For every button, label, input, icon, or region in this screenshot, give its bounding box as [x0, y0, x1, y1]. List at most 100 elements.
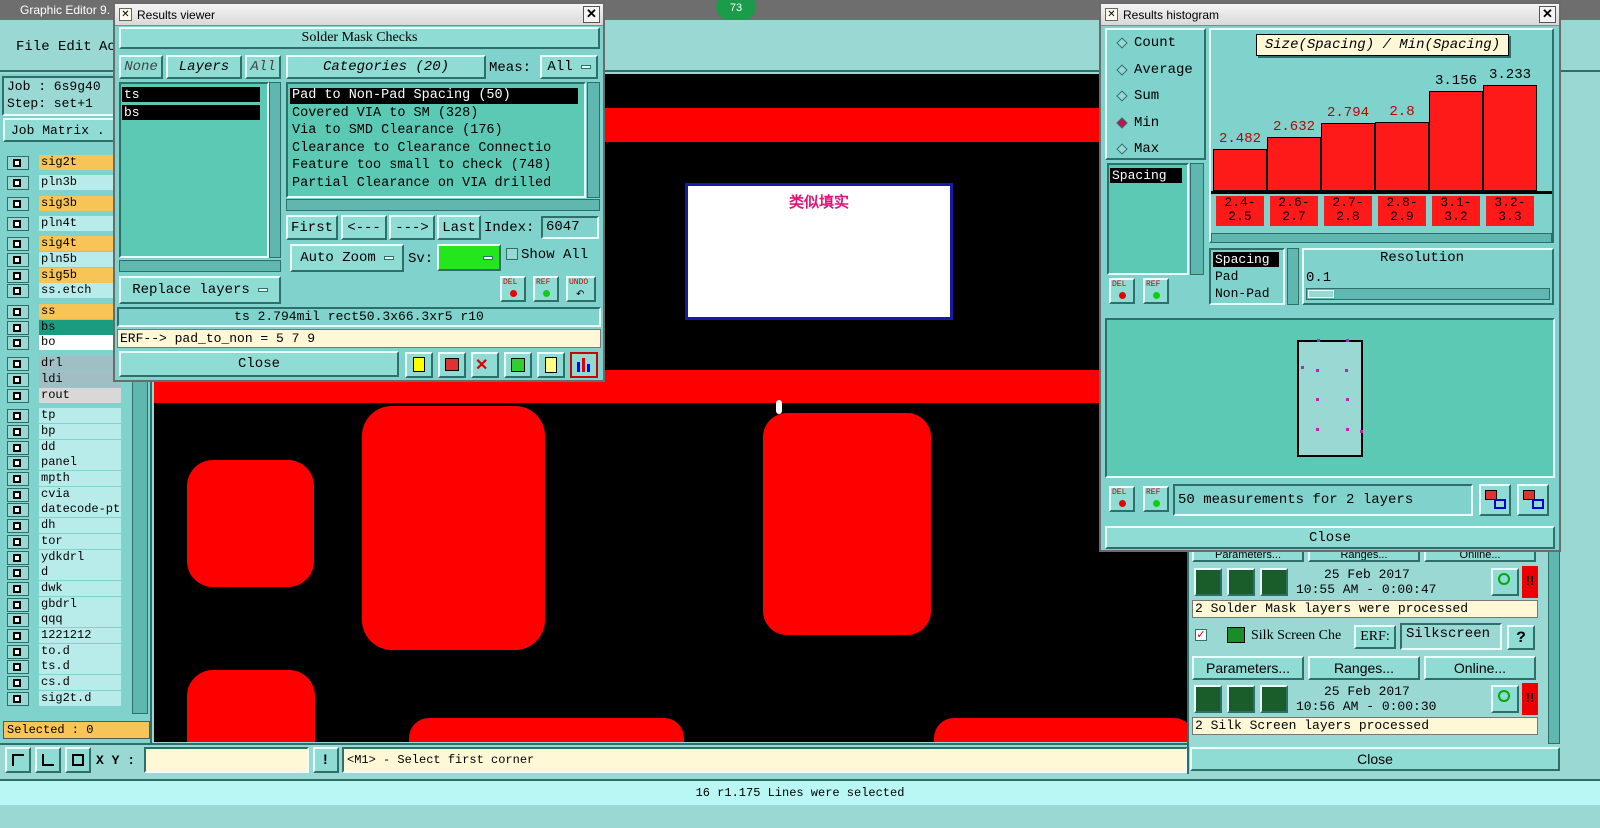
layer-row[interactable]: sig3b: [7, 195, 121, 211]
layer-checkbox[interactable]: [7, 284, 29, 299]
next-button[interactable]: --->: [389, 215, 435, 240]
layer-checkbox[interactable]: [7, 644, 29, 659]
layer-checkbox[interactable]: [7, 216, 29, 231]
layer-row[interactable]: bp: [7, 423, 121, 439]
histogram-bar[interactable]: [1429, 91, 1483, 191]
category-item[interactable]: Via to SMD Clearance (176): [290, 123, 578, 139]
layer-row[interactable]: mpth: [7, 471, 121, 486]
layer-row[interactable]: drl: [7, 356, 121, 372]
histogram-close-button[interactable]: Close: [1105, 526, 1555, 549]
tool-grid-icon[interactable]: [65, 747, 91, 773]
layer-row[interactable]: sig2t.d: [7, 690, 121, 706]
layer-row[interactable]: pln4t: [7, 215, 121, 231]
resolution-slider[interactable]: [1306, 288, 1550, 300]
measurement-dot[interactable]: [1317, 339, 1320, 342]
ranges-button-2[interactable]: Ranges...: [1308, 656, 1420, 680]
layer-row[interactable]: pln3b: [7, 175, 121, 191]
layer-row[interactable]: dh: [7, 518, 121, 534]
histogram-bar[interactable]: [1321, 123, 1375, 191]
measurement-dot[interactable]: [1346, 339, 1349, 342]
measurement-dot[interactable]: [1360, 430, 1363, 433]
category-item[interactable]: Covered VIA to SM (328): [290, 106, 578, 122]
warning-icon[interactable]: !: [313, 747, 339, 773]
category-item[interactable]: Clearance to Clearance Connectio: [290, 141, 578, 157]
layer-row[interactable]: rout: [7, 387, 121, 403]
measure-type-nonpad[interactable]: Non-Pad: [1213, 286, 1270, 301]
close-x-icon[interactable]: ✕: [583, 6, 600, 23]
layer-checkbox[interactable]: [7, 388, 29, 403]
silk-check-checkbox[interactable]: ✓: [1195, 629, 1207, 641]
last-button[interactable]: Last: [437, 215, 481, 240]
tool-arrow-icon[interactable]: [5, 747, 31, 773]
layer-row[interactable]: panel: [7, 455, 121, 471]
measure-listbox[interactable]: Spacing: [1107, 163, 1189, 275]
category-item[interactable]: Partial Clearance on VIA drilled: [290, 176, 578, 192]
layer-checkbox[interactable]: [7, 357, 29, 372]
layer-row[interactable]: sig5b: [7, 267, 121, 283]
replace-layers-button[interactable]: Replace layers: [119, 276, 281, 304]
parameters-button-2[interactable]: Parameters...: [1192, 656, 1304, 680]
layer-row[interactable]: tor: [7, 533, 121, 549]
layers-button[interactable]: Layers: [166, 55, 242, 79]
measurement-dot[interactable]: [1316, 369, 1319, 372]
sv-color-select[interactable]: [437, 244, 501, 271]
erf-value-field[interactable]: Silkscreen: [1400, 623, 1502, 650]
erf-button[interactable]: ERF:: [1354, 625, 1396, 649]
layer-row[interactable]: d: [7, 565, 121, 581]
category-hscroll[interactable]: [286, 199, 600, 211]
layer-checkbox[interactable]: [7, 581, 29, 596]
measurement-dot[interactable]: [1346, 398, 1349, 401]
layer-row[interactable]: datecode-pt: [7, 502, 121, 518]
resolution-slider-thumb[interactable]: [1308, 290, 1334, 298]
layer-row[interactable]: to.d: [7, 643, 121, 659]
zoom-to-fit-icon[interactable]: [1479, 484, 1511, 516]
auto-zoom-select[interactable]: Auto Zoom: [290, 244, 404, 272]
measure-item-spacing[interactable]: Spacing: [1110, 168, 1182, 183]
layer-row[interactable]: ldi: [7, 371, 121, 387]
online-button-2[interactable]: Online...: [1424, 656, 1536, 680]
layer-row[interactable]: gbdrl: [7, 596, 121, 612]
run-icon-2b[interactable]: [1227, 685, 1255, 713]
layer-item-bs[interactable]: bs: [122, 105, 260, 120]
preview-ref-button[interactable]: REF: [1143, 486, 1169, 512]
layer-listbox[interactable]: ts bs: [119, 82, 269, 258]
checks-scrollbar[interactable]: [1548, 548, 1560, 744]
xy-input[interactable]: [144, 747, 309, 773]
categories-button[interactable]: Categories (20): [286, 55, 486, 79]
layer-checkbox[interactable]: [7, 268, 29, 283]
results-close-button[interactable]: Close: [119, 351, 399, 377]
category-item[interactable]: Feature too small to check (748): [290, 158, 578, 174]
alert-icon-1[interactable]: !!: [1522, 566, 1538, 598]
run-icon-1b[interactable]: [1227, 568, 1255, 596]
layer-row[interactable]: qqq: [7, 612, 121, 628]
histogram-icon[interactable]: [570, 352, 598, 378]
layer-row[interactable]: ts.d: [7, 659, 121, 675]
show-all-checkbox[interactable]: [506, 248, 518, 260]
layer-checkbox[interactable]: [7, 597, 29, 612]
layer-row[interactable]: sig4t: [7, 236, 121, 252]
hist-del-button[interactable]: DEL: [1109, 278, 1135, 304]
undo-button[interactable]: UNDO ↶: [566, 276, 596, 302]
category-listbox[interactable]: Pad to Non-Pad Spacing (50) Covered VIA t…: [286, 82, 586, 198]
mode-radio[interactable]: Count: [1116, 35, 1176, 51]
layer-row[interactable]: cs.d: [7, 675, 121, 691]
measurement-dot[interactable]: [1316, 428, 1319, 431]
layer-checkbox[interactable]: [7, 305, 29, 319]
measure-type-list[interactable]: Spacing Pad Non-Pad: [1209, 248, 1285, 305]
first-button[interactable]: First: [286, 215, 338, 240]
layer-row[interactable]: ss.etch: [7, 283, 121, 299]
layer-checkbox[interactable]: [7, 409, 29, 424]
layer-checkbox[interactable]: [7, 196, 29, 211]
report-icon[interactable]: [405, 352, 433, 378]
category-item[interactable]: Pad to Non-Pad Spacing (50): [290, 88, 578, 104]
checks-close-button[interactable]: Close: [1190, 747, 1560, 771]
image-icon[interactable]: [438, 352, 466, 378]
layer-row[interactable]: dwk: [7, 580, 121, 596]
histogram-titlebar[interactable]: ✕ Results histogram ✕: [1101, 4, 1559, 26]
close-x-icon[interactable]: ✕: [1539, 6, 1556, 23]
layer-checkbox[interactable]: [7, 613, 29, 628]
run-icon-1c[interactable]: [1260, 568, 1288, 596]
layer-row[interactable]: bs: [7, 319, 121, 335]
mode-radio[interactable]: Max: [1116, 141, 1159, 157]
job-matrix-button[interactable]: Job Matrix .: [3, 118, 120, 142]
